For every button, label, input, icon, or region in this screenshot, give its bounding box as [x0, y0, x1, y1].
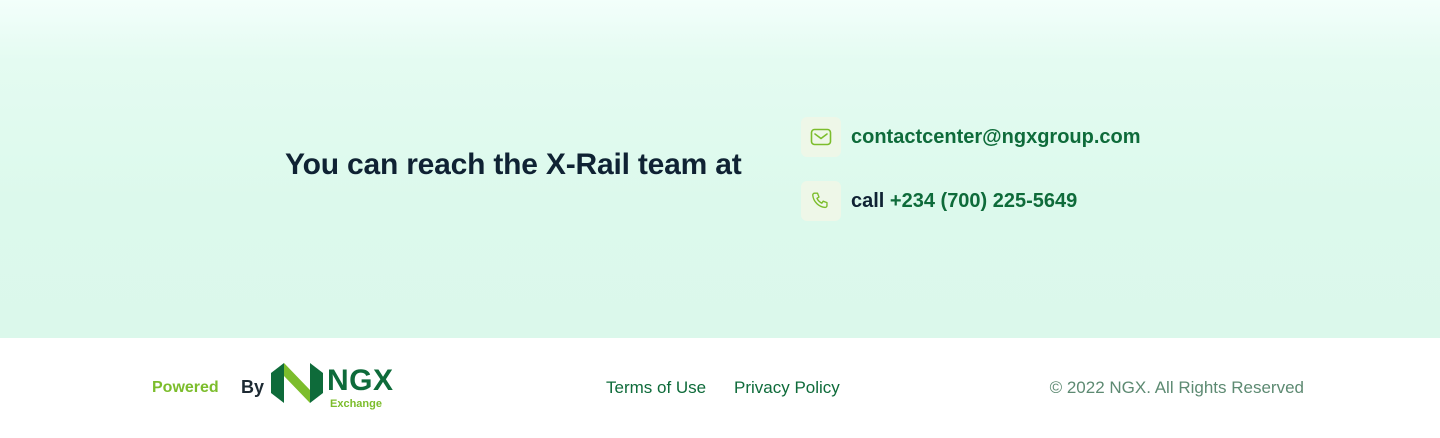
phone-icon: [801, 181, 841, 221]
ngx-logo[interactable]: NGX Exchange: [271, 362, 406, 412]
powered-label: Powered: [152, 379, 219, 396]
ngx-logo-text: NGX: [327, 364, 394, 397]
call-label: call: [851, 189, 885, 212]
terms-of-use-link[interactable]: Terms of Use: [606, 378, 706, 398]
phone-link[interactable]: +234 (700) 225-5649: [890, 190, 1077, 212]
by-label: By: [241, 377, 265, 397]
copyright-text: © 2022 NGX. All Rights Reserved: [1049, 378, 1304, 397]
footer: Powered By NGX Exchange Terms of Use Pri…: [0, 338, 1440, 438]
ngx-mark-icon: [271, 363, 323, 403]
contact-section: You can reach the X-Rail team at contact…: [0, 0, 1440, 338]
phone-contact-row: call +234 (700) 225-5649: [801, 181, 1077, 221]
privacy-policy-link[interactable]: Privacy Policy: [734, 378, 840, 398]
email-contact-row: contactcenter@ngxgroup.com: [801, 117, 1141, 157]
ngx-logo-subtext: Exchange: [330, 398, 382, 410]
phone-text: call +234 (700) 225-5649: [851, 190, 1077, 213]
reach-heading: You can reach the X-Rail team at: [285, 148, 742, 181]
email-link[interactable]: contactcenter@ngxgroup.com: [851, 126, 1141, 149]
mail-icon: [801, 117, 841, 157]
